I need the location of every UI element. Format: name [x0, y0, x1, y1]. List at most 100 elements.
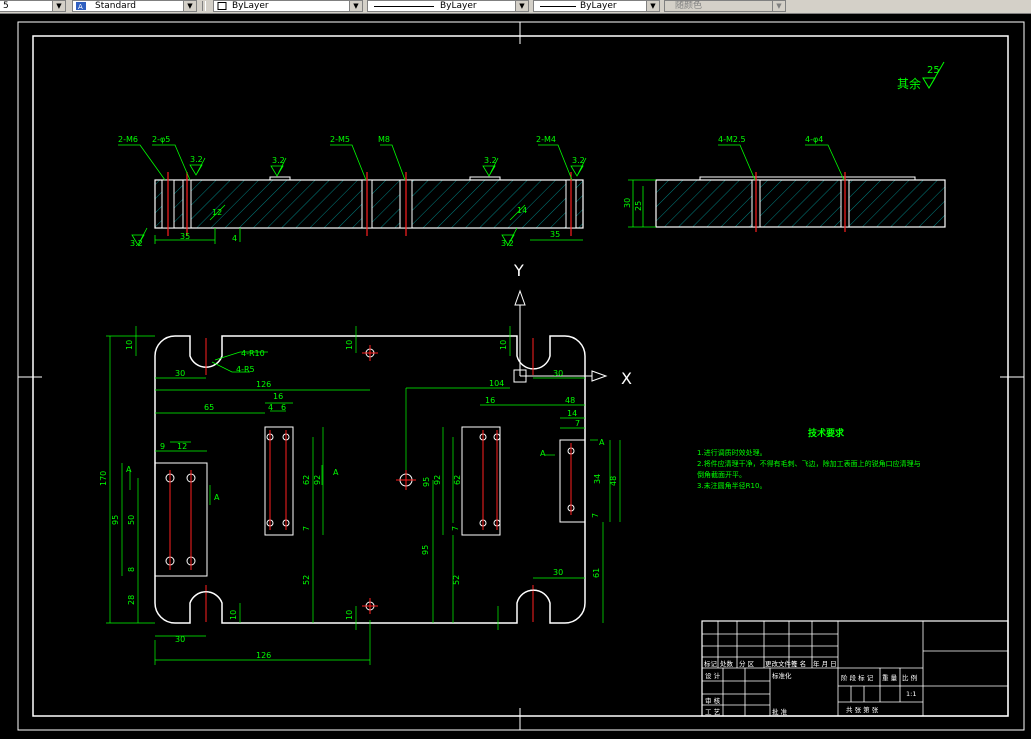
- dim-126-b: 126: [256, 651, 271, 660]
- dim-52-a: 52: [302, 575, 311, 585]
- roughness-1: 3.2: [190, 155, 203, 164]
- dim-35-left: 35: [180, 232, 190, 241]
- dim-62-b: 62: [453, 475, 462, 485]
- tb-approve: 批 准: [772, 707, 788, 716]
- tech-note-3: 3.未注圆角半径R10。: [697, 481, 766, 490]
- dim-7-d: 7: [591, 513, 600, 518]
- dim-4: 4: [232, 234, 237, 243]
- svg-text:A: A: [78, 3, 83, 10]
- drawing-canvas[interactable]: 其余 25 2-M6 2-φ5 3.2 3.2 2-M5 M8 3.2 2-M4…: [0, 13, 1031, 739]
- dim-12: 12: [177, 442, 187, 451]
- dim-10-a: 10: [125, 340, 134, 350]
- text-style-value: Standard: [95, 1, 136, 11]
- dim-7-c: 7: [451, 526, 460, 531]
- title-block: 标记 处数 分 区 更改文件号 签 名 年 月 日 设 计 标准化 审 核 工 …: [701, 620, 1009, 717]
- tb-stage: 阶 段 标 记: [841, 673, 874, 682]
- tb-mark: 标记: [704, 659, 718, 668]
- dim-30-side: 30: [623, 198, 632, 208]
- chevron-down-icon[interactable]: ▼: [515, 1, 528, 11]
- left-stub-dropdown[interactable]: 5 ▼: [0, 0, 66, 12]
- dim-126-a: 126: [256, 380, 271, 389]
- dim-61: 61: [592, 568, 601, 578]
- label-4-r10: 4-R10: [241, 349, 265, 358]
- tb-weight: 重 量: [882, 674, 898, 682]
- axis-x-label: X: [621, 369, 632, 388]
- section-a-4: A: [540, 449, 546, 458]
- layer-dropdown[interactable]: ByLayer ▼: [213, 0, 363, 12]
- section-a-1: A: [126, 465, 132, 474]
- dim-10-c: 10: [499, 340, 508, 350]
- dim-92-b: 92: [433, 475, 442, 485]
- tech-note-2b: 倒角截面开平。: [697, 470, 746, 479]
- label-2-m4: 2-M4: [536, 135, 556, 144]
- label-2-m6: 2-M6: [118, 135, 138, 144]
- label-4-m2-5: 4-M2.5: [718, 135, 746, 144]
- roughness-note-label: 其余: [897, 76, 921, 91]
- dim-7-a: 7: [575, 419, 580, 428]
- tb-process: 工 艺: [705, 708, 721, 716]
- dim-50: 50: [127, 515, 136, 525]
- text-style-dropdown[interactable]: A Standard ▼: [72, 0, 197, 12]
- dim-95-a: 95: [111, 515, 120, 525]
- linetype-value: ByLayer: [440, 1, 477, 11]
- tb-scale-label: 比 例: [902, 673, 917, 682]
- dim-12: 12: [212, 208, 222, 217]
- section-a-3: A: [333, 468, 339, 477]
- roughness-3: 3.2: [484, 156, 497, 165]
- dim-35-right: 35: [550, 230, 560, 239]
- dim-10-b: 10: [345, 340, 354, 350]
- tb-count: 处数: [720, 659, 734, 668]
- roughness-4: 3.2: [572, 156, 585, 165]
- tb-scale: 1:1: [906, 690, 916, 698]
- linetype-dropdown[interactable]: ByLayer ▼: [367, 0, 529, 12]
- dim-16-b: 16: [485, 396, 495, 405]
- dim-25-side: 25: [634, 201, 643, 211]
- color-swatch-icon: [217, 2, 227, 10]
- layer-value: ByLayer: [232, 1, 269, 11]
- chevron-down-icon[interactable]: ▼: [183, 1, 196, 11]
- roughness-5: 3.2: [130, 239, 143, 248]
- dim-10-d: 10: [229, 610, 238, 620]
- side-section-view: 4-M2.5 4-φ4 30 25: [623, 135, 946, 232]
- technical-requirements: 技术要求 1.进行调质时效处理。 2.将件应清理干净，不得有毛刺、飞边，除加工表…: [697, 427, 921, 490]
- plot-style-value: 随颜色: [675, 1, 703, 11]
- section-a-2: A: [214, 493, 220, 502]
- tb-review: 审 核: [705, 696, 721, 705]
- tech-note-1: 1.进行调质时效处理。: [697, 448, 767, 457]
- dim-10-e: 10: [345, 610, 354, 620]
- plot-style-dropdown[interactable]: 随颜色 ▼: [664, 0, 786, 12]
- dim-104: 104: [489, 379, 504, 388]
- dim-52-b: 52: [452, 575, 461, 585]
- toolbar-separator: [202, 1, 206, 11]
- dim-8: 8: [127, 567, 136, 572]
- chevron-down-icon[interactable]: ▼: [52, 1, 65, 11]
- chevron-down-icon[interactable]: ▼: [772, 1, 785, 11]
- left-stub-text: 5: [3, 1, 9, 11]
- dim-170: 170: [99, 471, 108, 486]
- lineweight-dropdown[interactable]: ByLayer ▼: [533, 0, 660, 12]
- roughness-note-value: 25: [927, 65, 940, 76]
- dim-92-a: 92: [313, 475, 322, 485]
- label-4-phi4: 4-φ4: [805, 135, 823, 144]
- dim-28: 28: [127, 595, 136, 605]
- chevron-down-icon[interactable]: ▼: [646, 1, 659, 11]
- chevron-down-icon[interactable]: ▼: [349, 1, 362, 11]
- label-4-r5: 4-R5: [236, 365, 255, 374]
- dim-34: 34: [593, 474, 602, 484]
- axis-y-label: Y: [513, 261, 524, 280]
- dim-16-a: 16: [273, 392, 283, 401]
- dim-30-d: 30: [175, 635, 185, 644]
- dim-9: 9: [160, 442, 165, 451]
- tb-std: 标准化: [772, 671, 792, 680]
- dim-4: 4: [268, 403, 273, 412]
- dim-65: 65: [204, 403, 214, 412]
- dim-14: 14: [517, 206, 527, 215]
- plan-view: 10 10 10 30 126 65 16 4 6 104 16 48 14 7…: [99, 326, 621, 665]
- dim-14: 14: [567, 409, 577, 418]
- tb-sign: 签 名: [791, 659, 806, 668]
- section-a-5: A: [599, 438, 605, 447]
- properties-toolbar: 5 ▼ A Standard ▼ ByLayer ▼ ByLayer ▼ ByL…: [0, 0, 1031, 14]
- tb-zone: 分 区: [739, 659, 755, 668]
- dim-30-c: 30: [553, 568, 563, 577]
- tb-date: 年 月 日: [813, 659, 837, 668]
